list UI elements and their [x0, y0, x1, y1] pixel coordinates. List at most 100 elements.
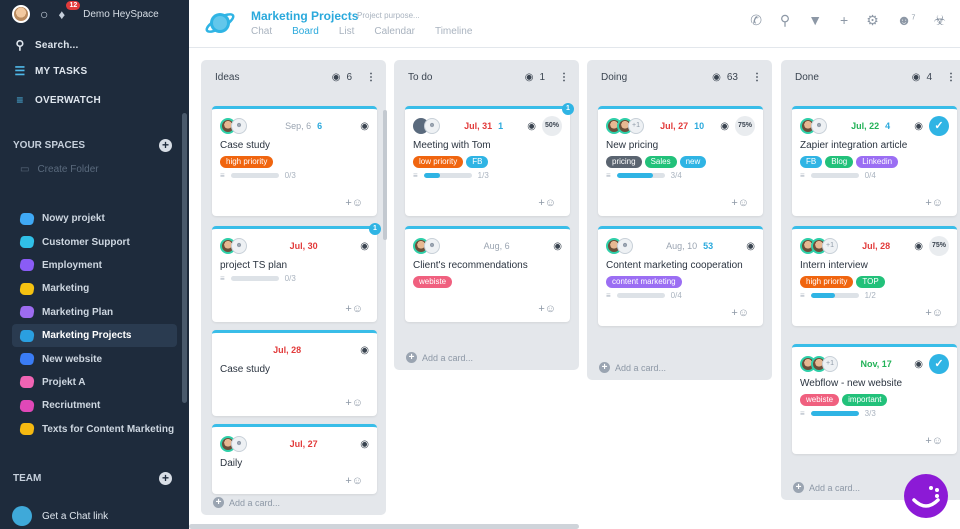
task-card[interactable]: ☻ Jul, 31 1 ◉ 50% Meeting with Tom low priori…	[405, 103, 574, 216]
tab-list[interactable]: List	[339, 26, 355, 37]
add-assignee-icon[interactable]: ☻	[617, 238, 633, 254]
card-title[interactable]: Webflow - new website	[792, 378, 957, 389]
add-reaction-icon[interactable]: +☺	[345, 197, 363, 209]
tag-badge[interactable]: webiste	[413, 276, 453, 288]
card-title[interactable]: Content marketing cooperation	[598, 260, 763, 271]
add-assignee-icon[interactable]: ☻	[231, 238, 247, 254]
chat-icon[interactable]: ○	[40, 6, 48, 22]
column-title[interactable]: Doing	[601, 72, 712, 83]
tab-timeline[interactable]: Timeline	[435, 26, 472, 37]
column-watchers[interactable]: ◉ 1	[525, 72, 545, 83]
column-title[interactable]: To do	[408, 72, 525, 83]
card-title[interactable]: Case study	[212, 364, 377, 375]
due-date[interactable]: Jul, 27	[660, 121, 688, 131]
tag-badge[interactable]: webiste	[800, 394, 840, 406]
column-watchers[interactable]: ◉ 63	[712, 72, 738, 83]
add-card-button[interactable]: + Add a card...	[213, 497, 280, 508]
bell-icon[interactable]: ♦ 12	[58, 0, 81, 22]
card-title[interactable]: Zapier integration article	[792, 140, 957, 151]
space-item[interactable]: Marketing Projects	[12, 323, 177, 348]
task-card[interactable]: ☻ Jul, 27 ◉ Daily +☺	[212, 424, 377, 494]
user-avatar[interactable]	[12, 5, 30, 23]
column-watchers[interactable]: ◉ 4	[912, 72, 932, 83]
tag-badge[interactable]: new	[679, 156, 707, 168]
eye-icon[interactable]: ◉	[914, 121, 923, 132]
task-card[interactable]: Jul, 28 ◉ Case study +☺	[212, 330, 377, 416]
card-title[interactable]: Daily	[212, 458, 377, 469]
eye-icon[interactable]: ◉	[553, 241, 562, 252]
due-date[interactable]: Aug, 6	[484, 241, 510, 251]
task-card[interactable]: +1 Jul, 27 10 ◉ 75% New pricing pricing Sales n…	[598, 106, 763, 216]
gear-icon[interactable]: ⚙	[866, 12, 879, 29]
column-menu-icon[interactable]: ⋮	[559, 72, 569, 83]
column-title[interactable]: Done	[795, 72, 912, 83]
tag-badge[interactable]: high priority	[220, 156, 274, 168]
column-menu-icon[interactable]: ⋮	[366, 72, 376, 83]
due-date[interactable]: Nov, 17	[860, 359, 891, 369]
eye-icon[interactable]: ◉	[914, 359, 923, 370]
tag-badge[interactable]: FB	[466, 156, 489, 168]
task-card[interactable]: +1 Nov, 17 ◉ ✓ Webflow - new website webiste…	[792, 344, 957, 454]
task-card[interactable]: ☻ Jul, 22 4 ◉ ✓ Zapier integration article FB…	[792, 106, 957, 216]
column-menu-icon[interactable]: ⋮	[752, 72, 762, 83]
done-check-icon[interactable]: ✓	[929, 354, 949, 374]
due-date[interactable]: Jul, 30	[290, 241, 318, 251]
due-date[interactable]: Jul, 31	[464, 121, 492, 131]
space-item[interactable]: Marketing	[0, 277, 189, 300]
tag-badge[interactable]: Blog	[825, 156, 854, 168]
space-item[interactable]: Texts for Content Marketing	[0, 418, 189, 441]
tag-badge[interactable]: Linkedin	[856, 156, 899, 168]
column-title[interactable]: Ideas	[215, 72, 332, 83]
tag-badge[interactable]: TOP	[856, 276, 885, 288]
tag-badge[interactable]: FB	[800, 156, 823, 168]
space-item[interactable]: Employment	[0, 254, 189, 277]
task-card[interactable]: ☻ Aug, 6 ◉ Client's recommendations webiste…	[405, 226, 570, 322]
due-date[interactable]: Aug, 10	[666, 241, 697, 251]
add-team-button[interactable]: +	[159, 471, 172, 485]
eye-icon[interactable]: ◉	[360, 241, 369, 252]
due-date[interactable]: Jul, 27	[290, 439, 318, 449]
add-reaction-icon[interactable]: +☺	[345, 475, 363, 487]
add-reaction-icon[interactable]: +☺	[731, 197, 749, 209]
add-reaction-icon[interactable]: +☺	[925, 307, 943, 319]
card-title[interactable]: New pricing	[598, 140, 763, 151]
eye-icon[interactable]: ◉	[360, 345, 369, 356]
task-card[interactable]: ☻ Jul, 30 ◉ project TS plan ≡ 0/3 +☺ 1	[212, 223, 381, 322]
task-card[interactable]: ☻ Sep, 6 6 ◉ Case study high priority ≡ 0/3 +☺	[212, 106, 377, 216]
more-assignees[interactable]: +1	[822, 356, 838, 372]
tab-chat[interactable]: Chat	[251, 26, 272, 37]
done-check-icon[interactable]: ✓	[929, 116, 950, 136]
tag-badge[interactable]: high priority	[800, 276, 854, 288]
eye-icon[interactable]: ◉	[720, 121, 729, 132]
overwatch-nav[interactable]: ≡ OVERWATCH	[0, 87, 189, 113]
workspace-name[interactable]: Demo HeySpace	[83, 9, 159, 20]
add-reaction-icon[interactable]: +☺	[925, 197, 943, 209]
add-assignee-icon[interactable]: ☻	[424, 118, 440, 134]
project-title[interactable]: Marketing Projects	[251, 9, 358, 23]
card-title[interactable]: Case study	[212, 140, 377, 151]
column-menu-icon[interactable]: ⋮	[946, 72, 956, 83]
chat-link-button[interactable]: Get a Chat link	[12, 506, 108, 526]
add-space-button[interactable]: +	[159, 138, 172, 152]
due-date[interactable]: Jul, 28	[273, 345, 301, 355]
filter-icon[interactable]: ▼	[808, 12, 822, 29]
eye-icon[interactable]: ◉	[746, 241, 755, 252]
add-card-button[interactable]: + Add a card...	[599, 362, 666, 373]
add-reaction-icon[interactable]: +☺	[925, 435, 943, 447]
my-tasks-nav[interactable]: ☰ MY TASKS	[0, 58, 189, 84]
tag-badge[interactable]: important	[842, 394, 888, 406]
eye-icon[interactable]: ◉	[914, 241, 923, 252]
bot-icon[interactable]: ☣	[933, 12, 946, 29]
more-assignees[interactable]: +1	[628, 118, 644, 134]
board-horizontal-scrollbar[interactable]	[189, 524, 579, 529]
add-reaction-icon[interactable]: +☺	[538, 303, 556, 315]
add-assignee-icon[interactable]: ☻	[231, 436, 247, 452]
members-icon[interactable]: ☻7	[897, 12, 916, 29]
card-title[interactable]: project TS plan	[212, 260, 377, 271]
space-item[interactable]: Marketing Plan	[0, 301, 189, 324]
card-title[interactable]: Meeting with Tom	[405, 140, 570, 151]
more-assignees[interactable]: +1	[822, 238, 838, 254]
add-card-button[interactable]: + Add a card...	[793, 482, 860, 493]
card-title[interactable]: Intern interview	[792, 260, 957, 271]
eye-icon[interactable]: ◉	[360, 439, 369, 450]
